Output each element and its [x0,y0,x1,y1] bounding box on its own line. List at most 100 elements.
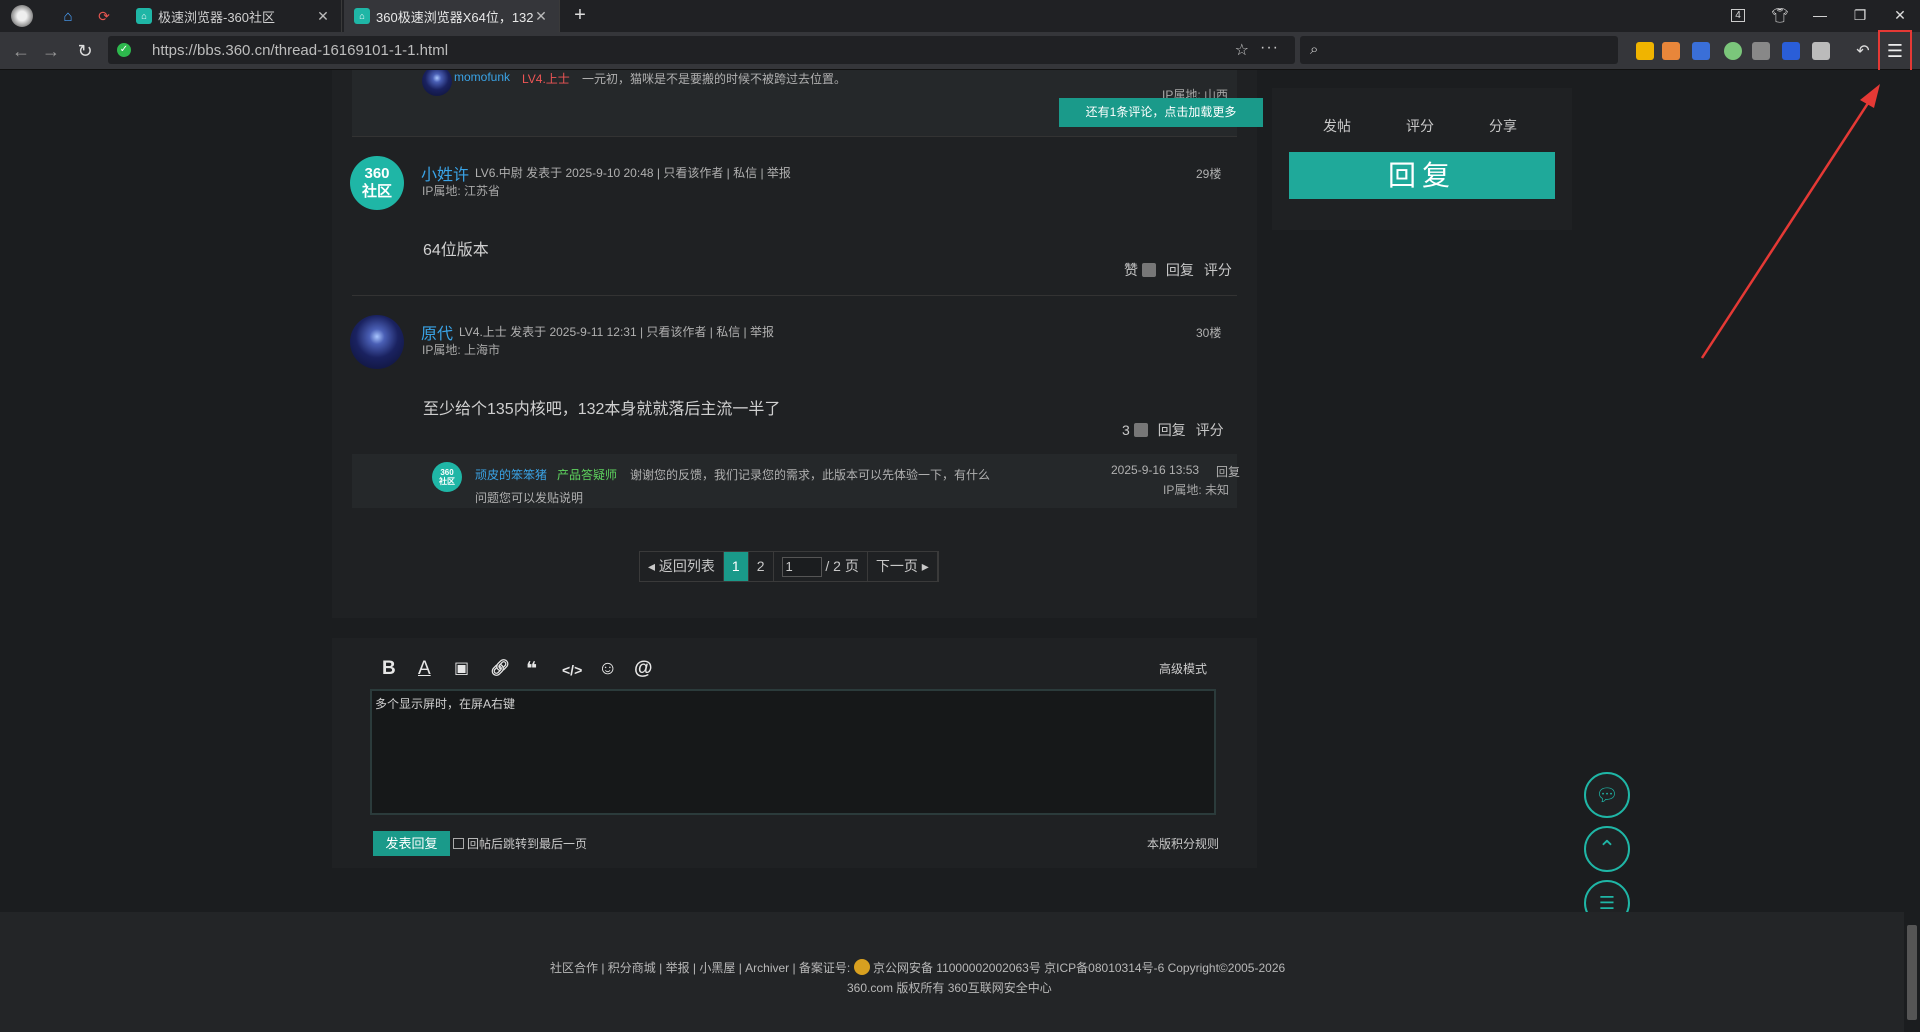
tab-count-button[interactable]: 4 [1720,0,1756,30]
like-count: 3 [1122,422,1130,438]
new-post-link[interactable]: 发帖 [1323,116,1351,136]
page-scrollbar[interactable] [1904,70,1920,1032]
tab-bar: ⌂ ⟳ ⌂ 极速浏览器-360社区 ✕ ⌂ 360极速浏览器X64位，132内 … [0,0,1920,32]
link-icon[interactable]: 🔗︎ [490,658,510,678]
comment-box: 360 社区 顽皮的笨笨猪 产品答疑师 谢谢您的反馈，我们记录您的需求，此版本可以… [352,454,1240,508]
hamburger-icon: ☰ [1886,40,1904,61]
page-1-button[interactable]: 1 [723,552,749,581]
page-content: momofunk LV4.上士 一元初，猫咪是不是要搬的时候不被跨过去位置。 I… [0,70,1920,1032]
back-to-list-button[interactable]: ◂ 返回列表 [640,552,724,581]
scrollbar-thumb[interactable] [1907,925,1917,1020]
comment-reply-link[interactable]: 回复 [1216,463,1240,480]
like-button[interactable]: 3 [1112,422,1148,438]
back-button[interactable]: ← [6,36,36,66]
tab-label: 360极速浏览器X64位，132内 [376,9,533,25]
rate-link[interactable]: 评分 [1204,262,1232,278]
code-icon[interactable]: </> [562,662,582,678]
circle-extension-icon[interactable] [1724,42,1742,60]
checkbox-label: 回帖后跳转到最后一页 [467,837,588,851]
comment-role-badge: 产品答疑师 [557,468,618,482]
reload-button[interactable]: ↻ [70,36,100,66]
refresh-colored-icon: ⟳ [98,7,110,24]
font-color-icon[interactable]: A [418,658,431,680]
face-extension-icon[interactable] [1662,42,1680,60]
url-text: https://bbs.360.cn/thread-16169101-1-1.h… [152,42,449,59]
scroll-top-icon[interactable]: ⌃ [1584,826,1630,872]
shirt-skin-icon[interactable]: 👕︎ [1762,0,1798,30]
avatar[interactable]: 360 社区 [432,462,462,492]
page-input[interactable] [781,556,822,577]
browser-logo-icon[interactable] [2,0,42,32]
glasses-extension-icon[interactable] [1692,42,1710,60]
reply-button[interactable]: 回复 [1289,152,1555,199]
restore-button[interactable]: ❐ [1842,0,1878,30]
address-bar[interactable]: ✓ https://bbs.360.cn/thread-16169101-1-1… [108,36,1295,64]
post-meta: LV6.中尉 发表于 2025-9-10 20:48 | 只看该作者 | 私信 … [475,166,791,180]
avatar[interactable]: 360 社区 [350,156,404,210]
footer: 社区合作 | 积分商城 | 举报 | 小黑屋 | Archiver | 备案证号… [0,912,1920,1032]
tab-community[interactable]: ⌂ 极速浏览器-360社区 ✕ [126,0,342,32]
comment-username[interactable]: 顽皮的笨笨猪 [475,466,547,483]
thumbs-up-icon [1141,263,1156,277]
comment-text: 一元初，猫咪是不是要搬的时候不被跨过去位置。 [582,72,847,86]
at-mention-icon[interactable]: @ [634,658,653,680]
bookmark-extension-icon[interactable] [1636,42,1654,60]
footer-links[interactable]: 社区合作 | 积分商城 | 举报 | 小黑屋 | Archiver | 备案证号… [550,961,850,975]
load-more-button[interactable]: 还有1条评论，点击加载更多 [1059,98,1263,127]
new-tab-button[interactable]: + [562,0,598,30]
back-to-list-label: 返回列表 [658,558,715,574]
emoji-icon[interactable]: ☺ [598,658,617,680]
bookmark-star-icon[interactable]: ☆ [1235,40,1249,60]
footer-icp[interactable]: 京公网安备 11000002002063号 京ICP备08010314号-6 C… [873,961,1285,975]
post-content: 64位版本 [423,242,489,259]
comment-rank: LV4.上士 [522,72,570,86]
apps-grid-icon[interactable] [1812,42,1830,60]
pagination: ◂ 返回列表 1 2 / 2 页 下一页 ▸ [639,551,939,582]
advanced-mode-link[interactable]: 高级模式 [1159,660,1207,677]
tab-close-icon[interactable]: ✕ [533,8,549,25]
rate-link[interactable]: 评分 [1406,116,1434,136]
checkbox-box[interactable] [453,838,464,849]
more-dots-icon[interactable]: ··· [1260,39,1279,57]
chat-bubble-icon[interactable]: 💬︎ [1584,772,1630,818]
minimize-button[interactable]: — [1802,0,1838,30]
floor-number: 30楼 [1196,326,1222,340]
avatar[interactable] [350,315,404,369]
pinned-tab-extension[interactable]: ⟳ [84,0,124,32]
reply-textarea[interactable]: 多个显示屏时，在屏A右键 [370,689,1216,815]
main-menu-button[interactable]: ☰ [1878,30,1912,72]
comment-username[interactable]: momofunk [454,70,510,84]
bold-icon[interactable]: B [382,658,396,680]
jump-last-page-checkbox[interactable]: 回帖后跳转到最后一页 [453,835,587,852]
forward-button[interactable]: → [36,36,66,66]
share-link[interactable]: 分享 [1489,116,1517,136]
pinned-tab-home[interactable]: ⌂ [48,0,88,32]
quote-icon[interactable]: ❝ [526,658,537,681]
reply-link[interactable]: 回复 [1158,422,1186,438]
rate-link[interactable]: 评分 [1196,422,1224,438]
reply-link[interactable]: 回复 [1166,262,1194,278]
police-badge-icon [853,959,870,975]
avatar[interactable] [422,70,452,96]
close-window-button[interactable]: ✕ [1882,0,1918,30]
tab-close-icon[interactable]: ✕ [315,8,331,25]
shield-extension-icon[interactable] [1782,42,1800,60]
house-icon: ⌂ [63,7,73,25]
reader-extension-icon[interactable] [1752,42,1770,60]
post-ip: IP属地: 上海市 [422,343,501,357]
tab-thread[interactable]: ⌂ 360极速浏览器X64位，132内 ✕ [344,0,560,32]
tab-count-badge: 4 [1731,8,1745,22]
tab-label: 极速浏览器-360社区 [158,9,276,25]
points-rules-link[interactable]: 本版积分规则 [1147,835,1219,852]
page-2-button[interactable]: 2 [749,552,774,581]
search-input[interactable]: ⌕ [1300,36,1618,64]
like-button[interactable]: 赞 [1114,262,1156,278]
submit-reply-button[interactable]: 发表回复 [373,831,450,856]
image-icon[interactable]: ▣ [454,658,469,678]
browser-toolbar: ← → ↻ ✓ https://bbs.360.cn/thread-161691… [0,32,1920,70]
divider [352,295,1237,296]
undo-close-icon[interactable]: ↶ [1848,36,1878,66]
next-page-button[interactable]: 下一页 ▸ [868,552,938,581]
page-jump: / 2 页 [774,552,868,581]
comment-text: 谢谢您的反馈，我们记录您的需求，此版本可以先体验一下，有什么 [630,468,991,482]
